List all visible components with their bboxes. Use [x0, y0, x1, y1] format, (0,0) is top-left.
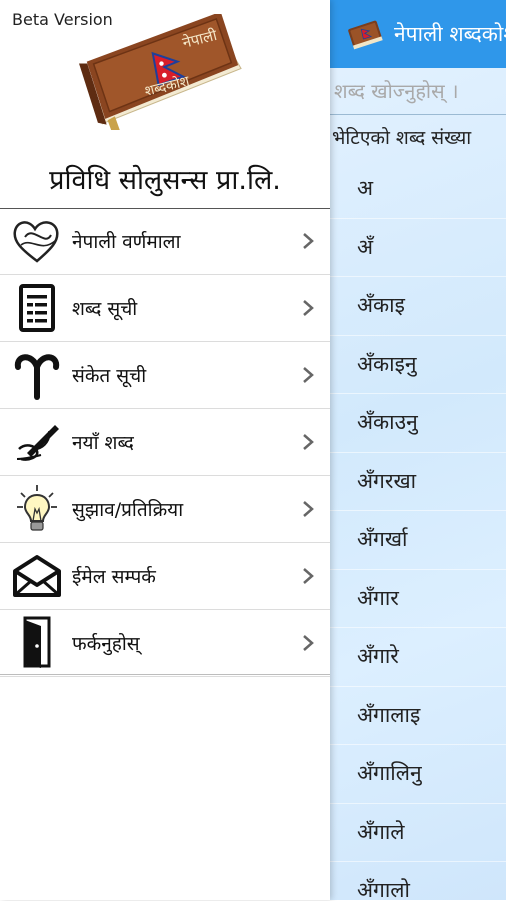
- lightbulb-icon: [10, 482, 64, 536]
- dictionary-book-icon: [348, 20, 383, 50]
- menu-item-word-list[interactable]: शब्द सूची: [0, 275, 330, 342]
- menu-item-email[interactable]: ईमेल सम्पर्क: [0, 543, 330, 610]
- chevron-right-icon: [303, 635, 314, 651]
- word-item[interactable]: अँगरखा: [330, 453, 506, 511]
- pen-hand-icon: [10, 415, 64, 469]
- company-name: प्रविधि सोलुसन्स प्रा.लि.: [49, 165, 281, 196]
- exit-door-icon: [10, 616, 64, 670]
- envelope-icon: [10, 549, 64, 603]
- chevron-right-icon: [303, 501, 314, 517]
- chevron-right-icon: [303, 568, 314, 584]
- result-count-label: भेटिएको शब्द संख्या: [332, 127, 472, 149]
- menu-item-feedback[interactable]: सुझाव/प्रतिक्रिया: [0, 476, 330, 543]
- heart-calligraphy-icon: [10, 214, 64, 268]
- word-item[interactable]: अँकाउनु: [330, 394, 506, 453]
- search-row: [330, 68, 506, 115]
- word-item[interactable]: अ: [330, 160, 506, 219]
- word-list: अ अँ अँकाइ अँकाइनु अँकाउनु अँगरखा अँगर्ख…: [330, 160, 506, 900]
- menu-item-label: नयाँ शब्द: [72, 432, 134, 454]
- word-item[interactable]: अँगालो: [330, 862, 506, 900]
- drawer-empty-area: [0, 674, 330, 901]
- symbol-icon: [10, 348, 64, 402]
- menu-item-new-word[interactable]: नयाँ शब्द: [0, 409, 330, 476]
- drawer-header: Beta Version नेपाली शब्दकोश प्रविधि सोलु…: [0, 0, 330, 209]
- word-item[interactable]: अँकाइ: [330, 277, 506, 336]
- menu-item-exit[interactable]: फर्कनुहोस्: [0, 610, 330, 677]
- word-item[interactable]: अँगालाइ: [330, 687, 506, 745]
- menu-item-label: फर्कनुहोस्: [72, 633, 140, 655]
- document-list-icon: [10, 281, 64, 335]
- word-item[interactable]: अँगर्खा: [330, 511, 506, 570]
- menu-item-label: ईमेल सम्पर्क: [72, 566, 156, 588]
- menu-item-label: शब्द सूची: [72, 298, 138, 320]
- word-item[interactable]: अँगारे: [330, 628, 506, 687]
- word-item[interactable]: अँगालिनु: [330, 745, 506, 804]
- app-bar: नेपाली शब्दकोश: [330, 0, 506, 68]
- menu-item-label: सुझाव/प्रतिक्रिया: [72, 499, 184, 521]
- menu-item-alphabet[interactable]: नेपाली वर्णमाला: [0, 208, 330, 275]
- menu-item-label: नेपाली वर्णमाला: [72, 231, 181, 253]
- chevron-right-icon: [303, 233, 314, 249]
- word-item[interactable]: अँ: [330, 219, 506, 277]
- navigation-drawer: Beta Version नेपाली शब्दकोश प्रविधि सोलु…: [0, 0, 330, 900]
- menu-item-symbols[interactable]: संकेत सूची: [0, 342, 330, 409]
- drawer-menu: नेपाली वर्णमाला शब्द सूची संकेत सूची नया…: [0, 208, 330, 677]
- main-content: नेपाली शब्दकोश भेटिएको शब्द संख्या अ अँ …: [330, 0, 506, 900]
- dictionary-book-logo: नेपाली शब्दकोश: [79, 14, 242, 130]
- chevron-right-icon: [303, 434, 314, 450]
- chevron-right-icon: [303, 367, 314, 383]
- word-item[interactable]: अँगार: [330, 570, 506, 628]
- word-item[interactable]: अँकाइनु: [330, 336, 506, 394]
- chevron-right-icon: [303, 300, 314, 316]
- menu-item-label: संकेत सूची: [72, 365, 147, 387]
- app-title: नेपाली शब्दकोश: [394, 22, 506, 46]
- search-input[interactable]: [334, 74, 506, 108]
- word-item[interactable]: अँगाले: [330, 804, 506, 862]
